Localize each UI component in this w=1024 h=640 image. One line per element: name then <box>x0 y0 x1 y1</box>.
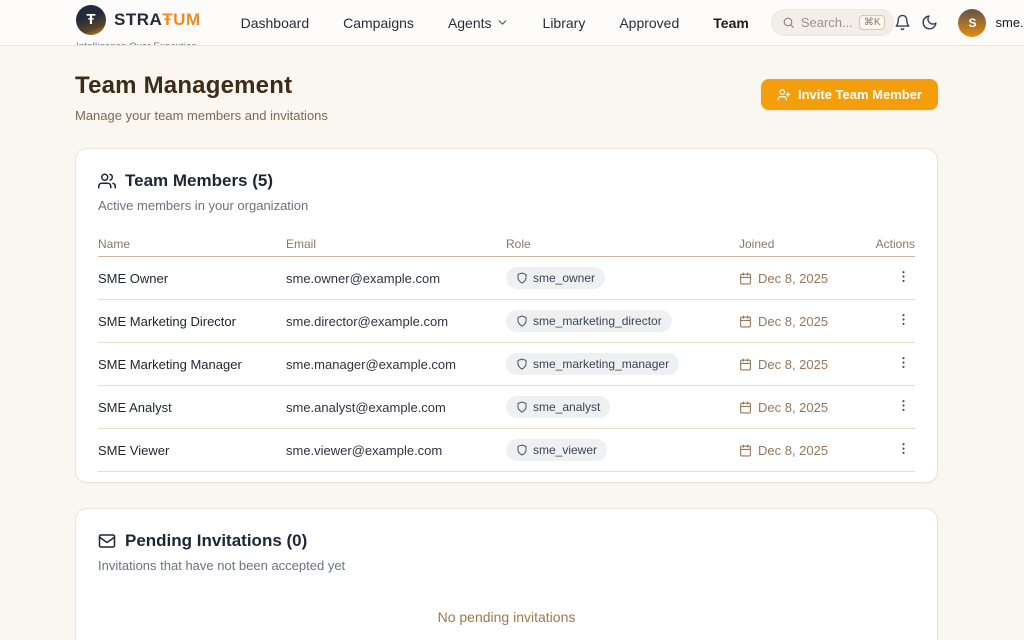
nav-item-team[interactable]: Team <box>713 15 749 31</box>
calendar-icon <box>739 315 752 328</box>
moon-icon <box>921 14 938 31</box>
table-row: SME Marketing Manager sme.manager@exampl… <box>98 343 915 386</box>
joined-date: Dec 8, 2025 <box>739 400 869 415</box>
column-header-role: Role <box>506 237 739 251</box>
pending-invitations-card-title: Pending Invitations (0) <box>98 531 915 551</box>
pending-invitations-card-subtitle: Invitations that have not been accepted … <box>98 558 915 573</box>
more-vertical-icon <box>896 312 911 327</box>
row-actions-button[interactable] <box>892 351 915 377</box>
column-header-actions: Actions <box>869 237 915 251</box>
nav-item-library[interactable]: Library <box>543 15 586 31</box>
search-icon <box>782 16 795 29</box>
shield-icon <box>516 401 528 413</box>
brand-logo-icon: Ŧ <box>76 5 106 35</box>
table-row: SME Marketing Director sme.director@exam… <box>98 300 915 343</box>
calendar-icon <box>739 272 752 285</box>
table-row: SME Owner sme.owner@example.com sme_owne… <box>98 257 915 300</box>
more-vertical-icon <box>896 355 911 370</box>
shield-icon <box>516 272 528 284</box>
empty-state-text: No pending invitations <box>98 609 915 625</box>
mail-icon <box>98 532 116 550</box>
users-icon <box>98 172 116 190</box>
member-email: sme.director@example.com <box>286 314 506 329</box>
notifications-button[interactable] <box>894 14 911 31</box>
calendar-icon <box>739 444 752 457</box>
row-actions-button[interactable] <box>892 437 915 463</box>
member-email: sme.viewer@example.com <box>286 443 506 458</box>
team-members-card-subtitle: Active members in your organization <box>98 198 915 213</box>
top-navigation-bar: Ŧ STRAŦUM Intelligence Over Execution Da… <box>0 0 1024 46</box>
more-vertical-icon <box>896 398 911 413</box>
logo-glyph: Ŧ <box>86 11 95 28</box>
row-actions-button[interactable] <box>892 265 915 291</box>
nav-item-dashboard[interactable]: Dashboard <box>241 15 310 31</box>
joined-date: Dec 8, 2025 <box>739 271 869 286</box>
shield-icon <box>516 444 528 456</box>
more-vertical-icon <box>896 269 911 284</box>
table-header-row: Name Email Role Joined Actions <box>98 231 915 257</box>
column-header-joined: Joined <box>739 237 869 251</box>
user-plus-icon <box>777 88 791 102</box>
table-row: SME Analyst sme.analyst@example.com sme_… <box>98 386 915 429</box>
member-email: sme.owner@example.com <box>286 271 506 286</box>
nav-item-approved[interactable]: Approved <box>619 15 679 31</box>
nav-item-agents[interactable]: Agents <box>448 15 509 31</box>
member-email: sme.manager@example.com <box>286 357 506 372</box>
joined-date: Dec 8, 2025 <box>739 357 869 372</box>
pending-invitations-card: Pending Invitations (0) Invitations that… <box>75 508 938 640</box>
team-members-card-title: Team Members (5) <box>98 171 915 191</box>
global-search[interactable]: ⌘K <box>771 9 895 36</box>
team-members-table: Name Email Role Joined Actions SME Owner… <box>98 231 915 472</box>
header-actions: S sme.owner@example.com <box>894 9 1024 37</box>
role-badge: sme_owner <box>506 267 605 289</box>
role-badge: sme_analyst <box>506 396 610 418</box>
column-header-name: Name <box>98 237 286 251</box>
main-nav: Dashboard Campaigns Agents Library Appro… <box>241 15 749 31</box>
role-badge: sme_viewer <box>506 439 607 461</box>
page-header: Team Management Manage your team members… <box>75 72 938 123</box>
user-avatar[interactable]: S <box>958 9 986 37</box>
search-input[interactable] <box>801 15 853 30</box>
user-email: sme.owner@example.com <box>995 15 1024 30</box>
more-vertical-icon <box>896 441 911 456</box>
member-name: SME Marketing Manager <box>98 357 286 372</box>
joined-date: Dec 8, 2025 <box>739 314 869 329</box>
row-actions-button[interactable] <box>892 308 915 334</box>
shield-icon <box>516 315 528 327</box>
member-name: SME Marketing Director <box>98 314 286 329</box>
page-title: Team Management <box>75 72 328 100</box>
joined-date: Dec 8, 2025 <box>739 443 869 458</box>
member-email: sme.analyst@example.com <box>286 400 506 415</box>
main-content: Team Management Manage your team members… <box>0 46 1024 640</box>
member-name: SME Viewer <box>98 443 286 458</box>
member-name: SME Owner <box>98 271 286 286</box>
column-header-email: Email <box>286 237 506 251</box>
row-actions-button[interactable] <box>892 394 915 420</box>
chevron-down-icon <box>496 16 509 29</box>
table-row: SME Viewer sme.viewer@example.com sme_vi… <box>98 429 915 472</box>
member-name: SME Analyst <box>98 400 286 415</box>
role-badge: sme_marketing_manager <box>506 353 679 375</box>
page-subtitle: Manage your team members and invitations <box>75 108 328 123</box>
calendar-icon <box>739 358 752 371</box>
theme-toggle-button[interactable] <box>921 14 938 31</box>
shield-icon <box>516 358 528 370</box>
team-members-card: Team Members (5) Active members in your … <box>75 148 938 483</box>
search-shortcut-badge: ⌘K <box>859 15 886 30</box>
calendar-icon <box>739 401 752 414</box>
role-badge: sme_marketing_director <box>506 310 672 332</box>
invite-team-member-button[interactable]: Invite Team Member <box>761 79 938 110</box>
brand-logo[interactable]: Ŧ STRAŦUM Intelligence Over Execution <box>76 11 201 35</box>
nav-item-campaigns[interactable]: Campaigns <box>343 15 414 31</box>
bell-icon <box>894 14 911 31</box>
brand-name: STRAŦUM <box>114 10 201 30</box>
